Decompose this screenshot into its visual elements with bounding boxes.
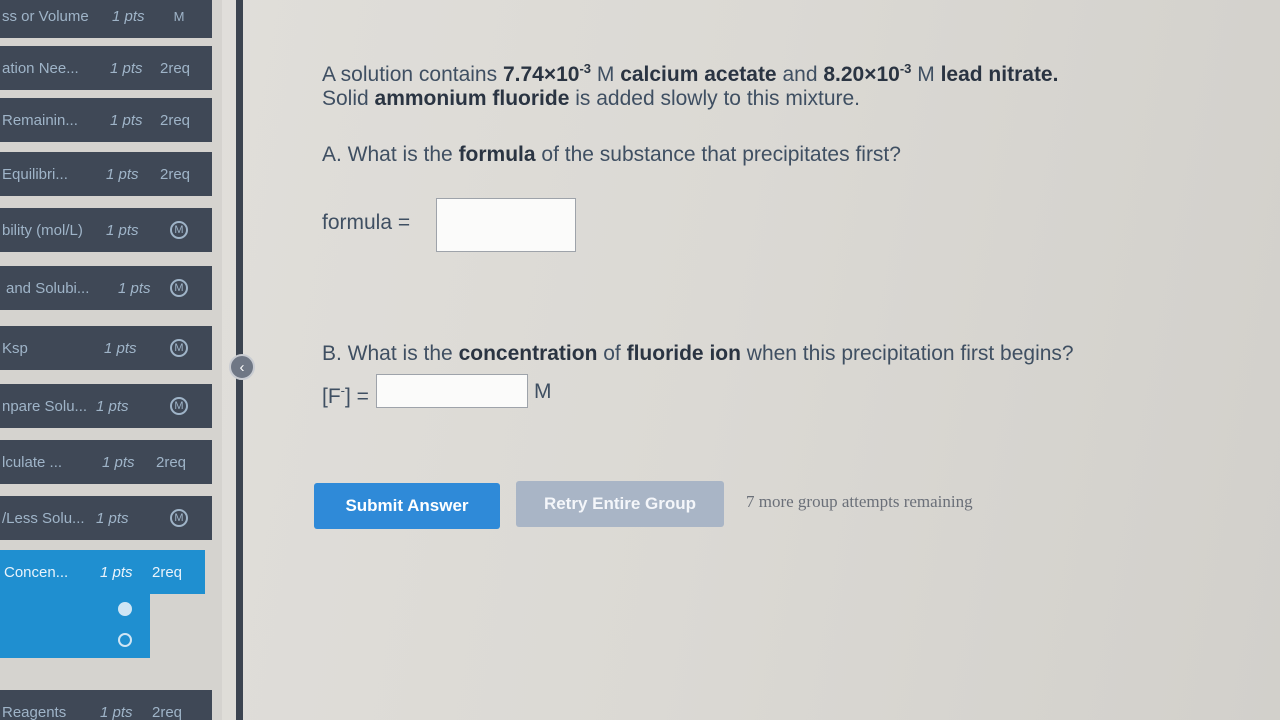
question-text: B. What is the (322, 342, 459, 365)
concentration-2: 8.20×10 (823, 63, 900, 86)
question-keyword: fluoride ion (626, 342, 741, 365)
req-label: 2req (160, 165, 191, 183)
submit-answer-button[interactable]: Submit Answer (314, 483, 500, 529)
problem-text: is added slowly to this mixture. (569, 87, 861, 110)
sidebar-item[interactable]: npare Solu... 1 pts M (0, 384, 212, 428)
points-label: 1 pts (96, 397, 129, 415)
conjunction: and (776, 63, 824, 86)
points-label: 1 pts (100, 703, 133, 720)
sidebar-item[interactable]: bility (mol/L) 1 pts M (0, 208, 212, 252)
fluoride-concentration-input[interactable] (376, 374, 528, 408)
concentration-1: 7.74×10 (502, 63, 580, 86)
question-sidebar: ss or Volume 1 pts M ation Nee... 1 pts … (0, 0, 222, 720)
points-label: 1 pts (106, 221, 139, 239)
m-badge-icon: M (170, 509, 188, 527)
filled-circle-icon (118, 602, 132, 616)
formula-label: formula = (322, 211, 411, 234)
salt-2: lead nitrate. (940, 63, 1059, 86)
problem-text: A solution contains (322, 63, 503, 86)
formula-input[interactable] (436, 198, 576, 252)
salt-1: calcium acetate (620, 63, 777, 86)
m-badge-icon: M (170, 221, 188, 239)
points-label: 1 pts (96, 509, 129, 527)
sidebar-item-label: Reagents (2, 703, 67, 720)
unit-label: M (534, 380, 552, 403)
question-a: A. What is the formula of the substance … (322, 140, 901, 170)
label-end: ] = (345, 385, 369, 408)
sidebar-item-label: lculate ... (2, 453, 63, 471)
sidebar-item-label: npare Solu... (2, 397, 88, 415)
question-keyword: concentration (458, 342, 598, 365)
sidebar-item-label: Equilibri... (2, 165, 68, 183)
m-badge-icon: M (170, 279, 188, 297)
req-label: 2req (160, 59, 191, 77)
ion-symbol: [F (322, 385, 341, 408)
sidebar-item-label: bility (mol/L) (2, 221, 83, 239)
exponent-1: -3 (579, 61, 592, 76)
sidebar-item[interactable]: ation Nee... 1 pts 2req (0, 46, 212, 90)
sidebar-item[interactable]: Ksp 1 pts M (0, 326, 212, 370)
sidebar-item[interactable]: and Solubi... 1 pts M (0, 266, 212, 310)
req-label: 2req (156, 453, 187, 471)
question-keyword: formula (458, 143, 536, 166)
fluoride-label: [F-] = (322, 376, 369, 412)
m-badge-icon: M (170, 397, 188, 415)
sidebar-item-label: /Less Solu... (2, 509, 85, 527)
question-text: of the substance that precipitates first… (535, 143, 901, 166)
sidebar-item[interactable]: Equilibri... 1 pts 2req (0, 152, 212, 196)
sidebar-item-active[interactable]: Concen... 1 pts 2req (0, 550, 205, 594)
sidebar-item[interactable]: lculate ... 1 pts 2req (0, 440, 212, 484)
points-label: 1 pts (106, 165, 139, 183)
reagent-name: ammonium fluoride (374, 87, 570, 110)
retry-group-button[interactable]: Retry Entire Group (516, 481, 724, 527)
req-label: 2req (152, 563, 183, 581)
problem-line-2: Solid ammonium fluoride is added slowly … (322, 84, 860, 114)
m-badge-icon: M (170, 339, 188, 357)
empty-circle-icon (118, 633, 132, 647)
points-label: 1 pts (112, 7, 145, 25)
sub-question-row[interactable] (0, 592, 150, 626)
unit-1: M (591, 63, 621, 86)
req-label: 2req (152, 703, 183, 720)
problem-text: Solid (322, 87, 375, 110)
question-text: of (597, 342, 627, 365)
page: ss or Volume 1 pts M ation Nee... 1 pts … (0, 0, 1280, 720)
unit-2: M (911, 63, 941, 86)
sub-question-row[interactable] (0, 624, 150, 658)
question-b: B. What is the concentration of fluoride… (322, 339, 1074, 369)
points-label: 1 pts (104, 339, 137, 357)
sidebar-item-label: ss or Volume (2, 7, 89, 25)
sidebar-item[interactable]: Remainin... 1 pts 2req (0, 98, 212, 142)
points-label: 1 pts (110, 111, 143, 129)
sidebar-item-label: Concen... (4, 563, 69, 581)
attempts-remaining: 7 more group attempts remaining (746, 492, 973, 511)
sidebar-item-label: ation Nee... (2, 59, 79, 77)
question-text: when this precipitation first begins? (740, 342, 1074, 365)
sidebar-item[interactable]: ss or Volume 1 pts M (0, 0, 212, 38)
m-badge-icon: M (173, 8, 185, 24)
question-text: A. What is the (322, 143, 459, 166)
points-label: 1 pts (110, 59, 143, 77)
req-label: 2req (160, 111, 191, 129)
sidebar-item-label: Remainin... (2, 111, 78, 129)
sidebar-item[interactable]: /Less Solu... 1 pts M (0, 496, 212, 540)
sidebar-item-label: and Solubi... (6, 279, 90, 297)
points-label: 1 pts (100, 563, 133, 581)
points-label: 1 pts (118, 279, 151, 297)
exponent-2: -3 (899, 61, 912, 76)
sidebar-item[interactable]: Reagents 1 pts 2req (0, 690, 212, 720)
sidebar-item-label: Ksp (2, 339, 28, 357)
chevron-left-icon[interactable]: ‹ (229, 354, 255, 380)
points-label: 1 pts (102, 453, 135, 471)
